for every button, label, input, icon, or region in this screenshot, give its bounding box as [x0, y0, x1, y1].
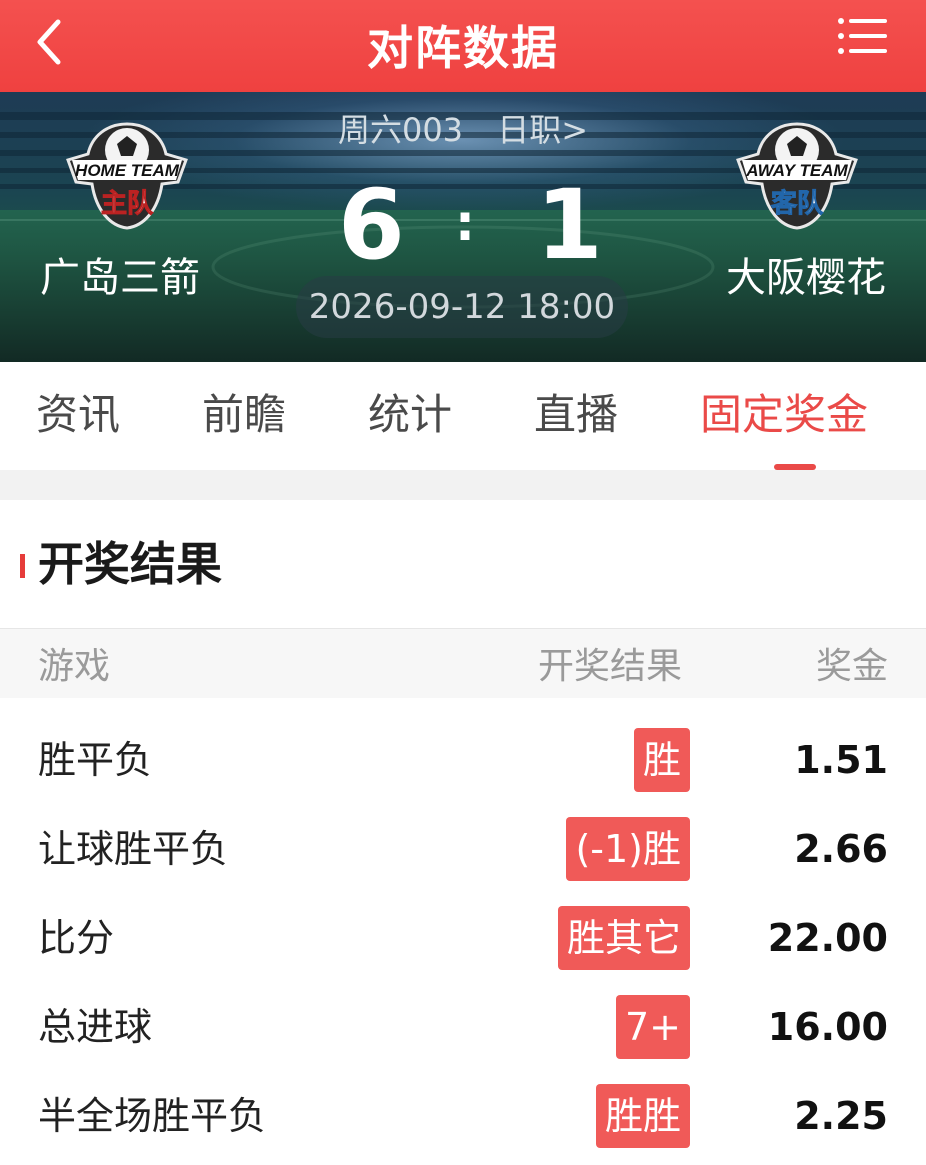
game-type: 比分 — [38, 916, 115, 960]
game-type: 让球胜平负 — [38, 827, 229, 871]
result-badge: (-1)胜 — [566, 817, 690, 881]
page-title: 对阵数据 — [367, 21, 559, 75]
result-badge: 胜 — [633, 728, 690, 792]
section-accent-bar — [20, 554, 25, 578]
top-navigation-bar: 对阵数据 — [0, 0, 926, 92]
result-badge: 胜胜 — [595, 1084, 690, 1148]
prize-value: 22.00 — [767, 916, 888, 960]
table-row: 比分 胜其它 22.00 — [0, 894, 926, 982]
section-divider — [0, 470, 926, 500]
tab-preview[interactable]: 前瞻 — [202, 382, 286, 448]
tab-bar: 资讯 前瞻 统计 直播 固定奖金 — [0, 362, 926, 470]
prize-value: 2.66 — [794, 827, 888, 871]
away-logo-en-text: AWAY TEAM — [745, 161, 848, 180]
home-team-logo: HOME TEAM 主队 — [66, 122, 188, 230]
table-header: 游戏 开奖结果 奖金 — [0, 628, 926, 699]
game-type: 总进球 — [38, 1005, 153, 1049]
kickoff-time: 2026-09-12 18:00 — [296, 276, 628, 338]
tab-live[interactable]: 直播 — [534, 382, 618, 448]
tab-fixed-prize[interactable]: 固定奖金 — [700, 382, 868, 448]
away-score: 1 — [536, 169, 603, 281]
menu-button[interactable] — [836, 16, 888, 56]
tab-stats[interactable]: 统计 — [368, 382, 452, 448]
results-table: 胜平负 胜 1.51 让球胜平负 (-1)胜 2.66 比分 胜其它 22.00… — [0, 698, 926, 1165]
table-row: 半全场胜平负 胜胜 2.25 — [0, 1072, 926, 1160]
away-team-logo: AWAY TEAM 客队 — [736, 122, 858, 230]
score-separator: : — [455, 194, 475, 252]
table-row: 胜平负 胜 1.51 — [0, 716, 926, 804]
away-logo-cn-text: 客队 — [771, 188, 824, 219]
prize-value: 1.51 — [794, 738, 888, 782]
home-team-name[interactable]: 广岛三箭 — [40, 250, 200, 306]
away-team-name[interactable]: 大阪樱花 — [726, 250, 886, 306]
table-row: 让球胜平负 (-1)胜 2.66 — [0, 805, 926, 893]
match-header: 周六003 日职> HOME TEAM 主队 AWAY TEAM 客队 6 : … — [0, 92, 926, 362]
table-row: 总进球 7+ 16.00 — [0, 983, 926, 1071]
section-header: 开奖结果 — [0, 500, 926, 628]
section-title: 开奖结果 — [38, 537, 222, 591]
league-name: 日职> — [497, 111, 589, 149]
prize-value: 2.25 — [794, 1094, 888, 1138]
column-header-prize: 奖金 — [815, 646, 888, 687]
tab-news[interactable]: 资讯 — [36, 382, 120, 448]
column-header-game: 游戏 — [38, 646, 111, 687]
home-logo-en-text: HOME TEAM — [75, 161, 180, 180]
game-type: 胜平负 — [38, 738, 153, 782]
column-header-result: 开奖结果 — [538, 646, 683, 687]
result-badge: 胜其它 — [557, 906, 690, 970]
list-menu-icon — [838, 18, 887, 54]
match-number: 周六003 — [337, 111, 464, 149]
home-score: 6 — [338, 169, 405, 281]
result-badge: 7+ — [615, 995, 690, 1059]
game-type: 半全场胜平负 — [38, 1094, 267, 1138]
home-logo-cn-text: 主队 — [101, 189, 154, 219]
prize-value: 16.00 — [767, 1005, 888, 1049]
